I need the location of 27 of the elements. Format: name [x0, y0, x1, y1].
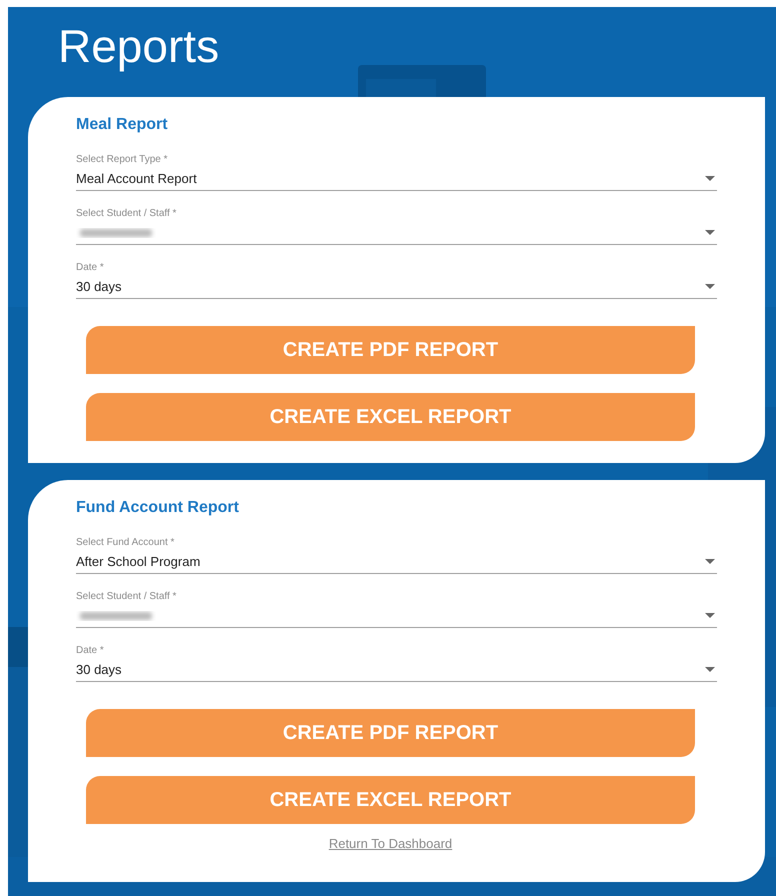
- field-value: After School Program: [76, 554, 200, 570]
- select-field[interactable]: Meal Account Report: [76, 170, 717, 191]
- select-field[interactable]: After School Program: [76, 553, 717, 574]
- create-report-button[interactable]: CREATE EXCEL REPORT: [86, 393, 695, 441]
- dropdown-caret-icon: [705, 284, 715, 289]
- field-label: Select Student / Staff *: [76, 591, 176, 603]
- card-title: Fund Account Report: [76, 498, 239, 518]
- card-title: Meal Report: [76, 115, 168, 135]
- dropdown-caret-icon: [705, 176, 715, 181]
- select-field[interactable]: 30 days: [76, 661, 717, 682]
- select-field[interactable]: 30 days: [76, 278, 717, 299]
- dropdown-caret-icon: [705, 613, 715, 618]
- field-value: Meal Account Report: [76, 170, 197, 186]
- dropdown-caret-icon: [705, 230, 715, 235]
- field-value: 30 days: [76, 662, 122, 678]
- field-label: Select Report Type *: [76, 154, 168, 166]
- return-dashboard-link[interactable]: Return To Dashboard: [328, 834, 452, 854]
- field-label: Date *: [76, 645, 104, 657]
- create-report-button[interactable]: CREATE PDF REPORT: [86, 709, 695, 757]
- field-value: 30 days: [76, 278, 122, 294]
- field-label: Select Fund Account *: [76, 537, 174, 549]
- dropdown-caret-icon: [705, 559, 715, 564]
- create-report-button[interactable]: CREATE EXCEL REPORT: [86, 776, 695, 824]
- field-label: Select Student / Staff *: [76, 208, 176, 220]
- field-label: Date *: [76, 262, 104, 274]
- page-title: Reports: [58, 19, 220, 74]
- create-report-button[interactable]: CREATE PDF REPORT: [86, 326, 695, 374]
